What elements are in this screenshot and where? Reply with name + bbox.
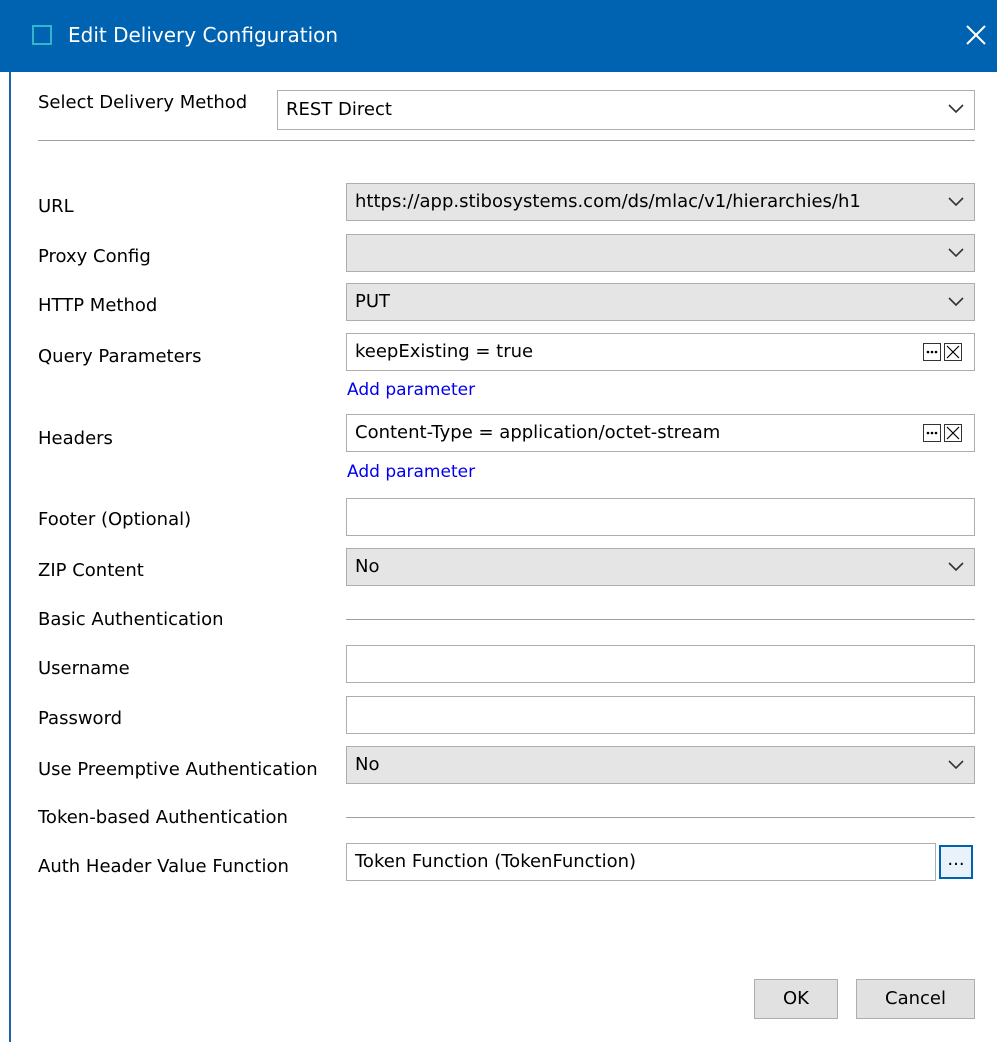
add-query-parameter-link[interactable]: Add parameter — [347, 380, 475, 400]
chevron-down-icon — [948, 747, 964, 783]
remove-icon — [946, 345, 960, 359]
http-method-label: HTTP Method — [38, 295, 158, 316]
proxy-config-select[interactable] — [346, 234, 975, 272]
header-row: Content-Type = application/octet-stream — [346, 414, 975, 452]
preemptive-auth-value: No — [355, 754, 380, 775]
ok-button[interactable]: OK — [754, 979, 838, 1019]
token-auth-divider — [346, 817, 975, 818]
query-parameter-value: keepExisting = true — [355, 341, 534, 362]
query-parameter-row: keepExisting = true — [346, 333, 975, 371]
token-authentication-heading: Token-based Authentication — [38, 807, 288, 828]
basic-auth-divider — [346, 619, 975, 620]
delivery-method-select[interactable]: REST Direct — [277, 90, 975, 130]
dialog-title: Edit Delivery Configuration — [68, 23, 339, 47]
chevron-down-icon — [948, 235, 964, 271]
header-divider — [38, 140, 975, 141]
http-method-select[interactable]: PUT — [346, 283, 975, 321]
remove-icon — [946, 426, 960, 440]
url-value: https://app.stibosystems.com/ds/mlac/v1/… — [355, 191, 861, 212]
username-input[interactable] — [346, 645, 975, 683]
close-button[interactable] — [961, 18, 991, 52]
zip-content-label: ZIP Content — [38, 560, 144, 581]
cancel-button[interactable]: Cancel — [856, 979, 975, 1019]
auth-header-function-value: Token Function (TokenFunction) — [355, 851, 637, 872]
more-icon — [926, 350, 938, 354]
preemptive-auth-select[interactable]: No — [346, 746, 975, 784]
headers-label: Headers — [38, 428, 113, 449]
zip-content-value: No — [355, 556, 380, 577]
zip-content-select[interactable]: No — [346, 548, 975, 586]
header-value: Content-Type = application/octet-stream — [355, 422, 721, 443]
auth-header-function-input[interactable]: Token Function (TokenFunction) — [346, 843, 936, 881]
delivery-method-value: REST Direct — [286, 99, 392, 120]
edit-header-button[interactable] — [923, 424, 941, 442]
remove-parameter-button[interactable] — [944, 343, 962, 361]
window-icon — [32, 25, 52, 45]
window-border — [9, 72, 11, 1042]
edit-delivery-configuration-dialog: Edit Delivery Configuration Select Deliv… — [0, 0, 997, 1042]
password-input[interactable] — [346, 696, 975, 734]
footer-label: Footer (Optional) — [38, 509, 192, 530]
chevron-down-icon — [948, 91, 964, 127]
query-parameters-label: Query Parameters — [38, 346, 202, 367]
footer-input[interactable] — [346, 498, 975, 536]
add-header-parameter-link[interactable]: Add parameter — [347, 462, 475, 482]
proxy-config-label: Proxy Config — [38, 246, 151, 267]
title-bar: Edit Delivery Configuration — [0, 0, 997, 72]
password-label: Password — [38, 708, 123, 729]
chevron-down-icon — [948, 284, 964, 320]
remove-header-button[interactable] — [944, 424, 962, 442]
url-label: URL — [38, 196, 74, 217]
chevron-down-icon — [948, 549, 964, 585]
chevron-down-icon — [948, 184, 964, 220]
browse-function-button[interactable]: ... — [939, 845, 973, 879]
close-icon — [966, 25, 986, 45]
delivery-method-label: Select Delivery Method — [38, 92, 248, 113]
basic-authentication-heading: Basic Authentication — [38, 609, 224, 630]
http-method-value: PUT — [355, 291, 391, 312]
auth-header-function-label: Auth Header Value Function — [38, 856, 289, 877]
edit-parameter-button[interactable] — [923, 343, 941, 361]
url-select[interactable]: https://app.stibosystems.com/ds/mlac/v1/… — [346, 183, 975, 221]
username-label: Username — [38, 658, 130, 679]
preemptive-auth-label: Use Preemptive Authentication — [38, 759, 318, 780]
more-icon — [926, 431, 938, 435]
